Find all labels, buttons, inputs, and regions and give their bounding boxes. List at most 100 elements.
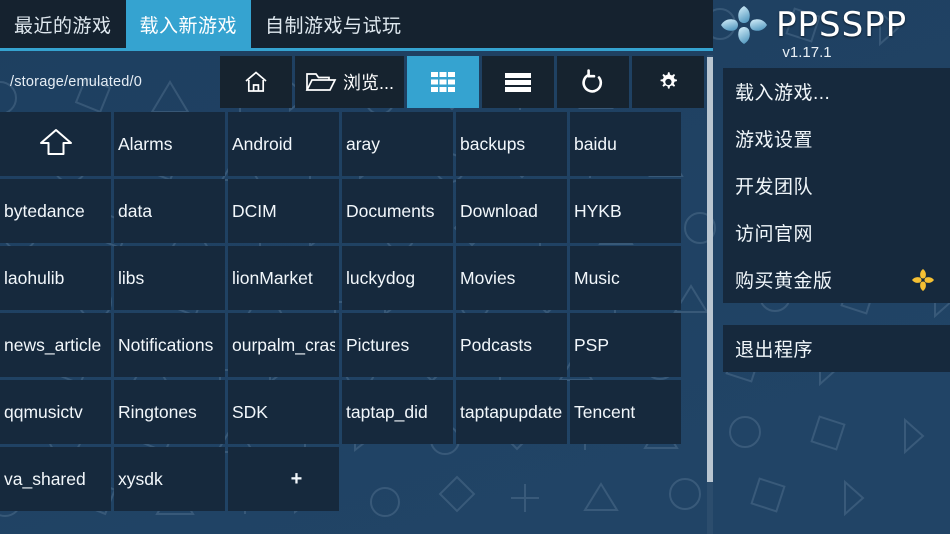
file-cell-label: bytedance xyxy=(4,201,85,222)
up-arrow-icon xyxy=(38,127,74,162)
current-path-label: /storage/emulated/0 xyxy=(10,74,142,90)
tab-recent-games[interactable]: 最近的游戏 xyxy=(0,0,126,48)
file-cell[interactable]: bytedance xyxy=(0,179,111,243)
list-view-button[interactable] xyxy=(482,56,554,108)
sidebar-item-label: 载入游戏... xyxy=(735,78,830,105)
file-cell-label: ourpalm_cras xyxy=(232,335,335,356)
add-folder-label: + xyxy=(291,468,303,491)
file-cell-label: Movies xyxy=(460,268,515,289)
add-folder-cell[interactable]: + xyxy=(228,447,339,511)
sidebar-item-game-settings[interactable]: 游戏设置 xyxy=(723,115,950,162)
file-cell-label: Android xyxy=(232,134,292,155)
file-cell[interactable]: laohulib xyxy=(0,246,111,310)
file-cell[interactable]: SDK xyxy=(228,380,339,444)
file-cell[interactable]: xysdk xyxy=(114,447,225,511)
file-cell[interactable]: baidu xyxy=(570,112,681,176)
file-cell-label: data xyxy=(118,201,152,222)
file-cell[interactable]: Android xyxy=(228,112,339,176)
sidebar-item-label: 访问官网 xyxy=(735,219,813,246)
tab-bar: 最近的游戏 载入新游戏 自制游戏与试玩 xyxy=(0,0,950,48)
file-cell[interactable]: Pictures xyxy=(342,313,453,377)
file-cell-label: baidu xyxy=(574,134,617,155)
file-cell-label: SDK xyxy=(232,402,268,423)
browse-button[interactable]: 浏览... xyxy=(295,56,404,108)
file-cell[interactable]: news_article xyxy=(0,313,111,377)
file-cell-label: Notifications xyxy=(118,335,213,356)
file-cell[interactable]: HYKB xyxy=(570,179,681,243)
file-cell-label: Music xyxy=(574,268,620,289)
file-cell-label: taptap_did xyxy=(346,402,428,423)
sidebar-item-label: 开发团队 xyxy=(735,172,813,199)
file-cell-label: qqmusictv xyxy=(4,402,83,423)
exit-menu-panel: 退出程序 xyxy=(723,325,950,372)
file-cell[interactable]: aray xyxy=(342,112,453,176)
file-cell[interactable]: DCIM xyxy=(228,179,339,243)
file-cell-label: luckydog xyxy=(346,268,415,289)
sidebar-item-label: 购买黄金版 xyxy=(735,266,833,293)
file-cell-label: Documents xyxy=(346,201,435,222)
file-cell-label: Download xyxy=(460,201,538,222)
folder-icon xyxy=(305,69,337,95)
file-cell-label: news_article xyxy=(4,335,101,356)
file-cell-label: Alarms xyxy=(118,134,172,155)
file-cell-label: libs xyxy=(118,268,144,289)
sidebar-item-buy-gold[interactable]: 购买黄金版 xyxy=(723,256,950,303)
file-cell[interactable]: Alarms xyxy=(114,112,225,176)
main-menu-sidebar: PPSSPP v1.17.1 载入游戏... 游戏设置 开发团队 访问官网 购买… xyxy=(714,0,950,534)
grid-icon xyxy=(430,71,456,93)
file-cell[interactable]: Movies xyxy=(456,246,567,310)
file-cell[interactable]: Download xyxy=(456,179,567,243)
file-cell[interactable]: data xyxy=(114,179,225,243)
file-cell-label: Ringtones xyxy=(118,402,197,423)
file-cell[interactable]: Notifications xyxy=(114,313,225,377)
file-list-scrollbar-thumb[interactable] xyxy=(707,57,713,482)
file-cell[interactable]: Ringtones xyxy=(114,380,225,444)
sidebar-item-exit[interactable]: 退出程序 xyxy=(723,325,950,372)
file-grid-scroll-area[interactable]: Alarms Android aray backups baidu bytedance da… xyxy=(0,112,700,534)
file-cell-label: Tencent xyxy=(574,402,635,423)
file-cell-label: Pictures xyxy=(346,335,409,356)
file-cell-label: laohulib xyxy=(4,268,64,289)
tab-load-new-game[interactable]: 载入新游戏 xyxy=(126,0,252,48)
browse-button-label: 浏览... xyxy=(343,69,394,95)
file-cell[interactable]: PSP xyxy=(570,313,681,377)
file-cell-label: backups xyxy=(460,134,525,155)
refresh-button[interactable] xyxy=(557,56,629,108)
file-cell-label: Podcasts xyxy=(460,335,532,356)
file-cell[interactable]: backups xyxy=(456,112,567,176)
file-cell[interactable]: va_shared xyxy=(0,447,111,511)
file-cell[interactable]: Tencent xyxy=(570,380,681,444)
file-cell[interactable]: lionMarket xyxy=(228,246,339,310)
sidebar-item-label: 游戏设置 xyxy=(735,125,813,152)
file-cell[interactable]: Music xyxy=(570,246,681,310)
sidebar-item-website[interactable]: 访问官网 xyxy=(723,209,950,256)
toolbar-button-group: 浏览... xyxy=(220,56,704,108)
file-cell[interactable]: taptapupdate xyxy=(456,380,567,444)
file-cell[interactable]: Documents xyxy=(342,179,453,243)
file-cell[interactable]: taptap_did xyxy=(342,380,453,444)
file-cell[interactable]: qqmusictv xyxy=(0,380,111,444)
file-browser-pane: /storage/emulated/0 xyxy=(0,51,713,534)
main-menu-panel: 载入游戏... 游戏设置 开发团队 访问官网 购买黄金版 xyxy=(723,68,950,303)
settings-button[interactable] xyxy=(632,56,704,108)
file-cell-label: HYKB xyxy=(574,201,622,222)
file-cell-label: xysdk xyxy=(118,469,163,490)
file-cell[interactable]: libs xyxy=(114,246,225,310)
sidebar-item-label: 退出程序 xyxy=(735,335,813,362)
parent-directory-cell[interactable] xyxy=(0,112,111,176)
file-cell[interactable]: ourpalm_cras xyxy=(228,313,339,377)
sidebar-item-load-game[interactable]: 载入游戏... xyxy=(723,68,950,115)
file-cell[interactable]: luckydog xyxy=(342,246,453,310)
file-grid: Alarms Android aray backups baidu bytedance da… xyxy=(0,112,700,511)
file-cell-label: aray xyxy=(346,134,380,155)
tab-homebrew-demos[interactable]: 自制游戏与试玩 xyxy=(251,0,416,48)
gear-icon xyxy=(656,70,680,94)
file-cell[interactable]: Podcasts xyxy=(456,313,567,377)
sidebar-item-credits[interactable]: 开发团队 xyxy=(723,162,950,209)
grid-view-button[interactable] xyxy=(407,56,479,108)
file-cell-label: DCIM xyxy=(232,201,277,222)
home-button[interactable] xyxy=(220,56,292,108)
ppsspp-app-window: 最近的游戏 载入新游戏 自制游戏与试玩 /storage/emulated/0 xyxy=(0,0,950,534)
refresh-icon xyxy=(579,68,607,96)
tab-bar-underline xyxy=(0,48,713,51)
